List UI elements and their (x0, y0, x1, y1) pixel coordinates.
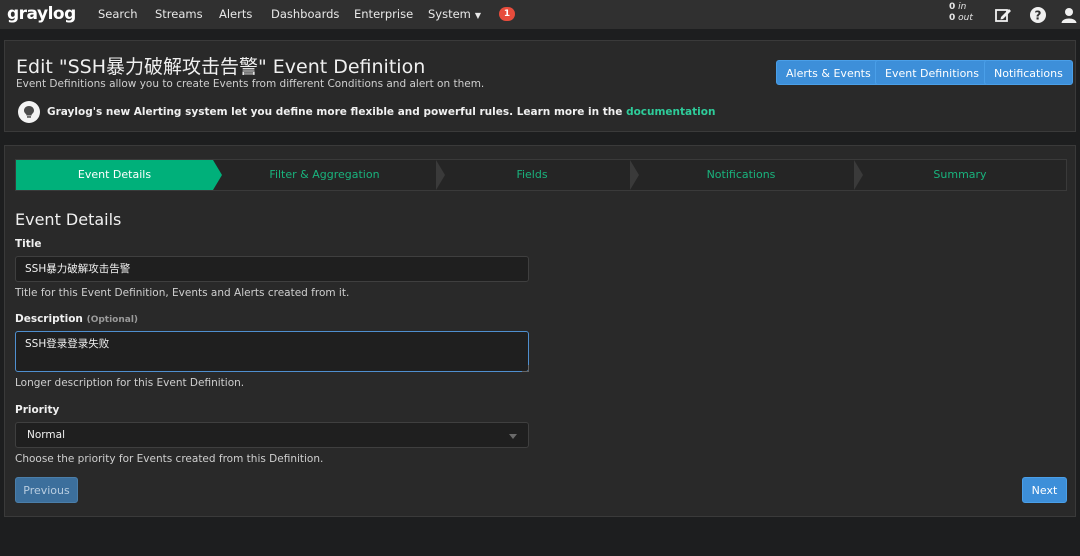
step-notifications[interactable]: Notifications (640, 160, 842, 190)
title-input[interactable]: SSH暴力破解攻击告警 (15, 256, 529, 282)
help-icon[interactable]: ? (1029, 6, 1047, 24)
page-title: Edit "SSH暴力破解攻击告警" Event Definition (16, 56, 426, 78)
priority-help-text: Choose the priority for Events created f… (15, 453, 324, 465)
brand-text: graylog (7, 4, 76, 24)
step-separator (213, 160, 222, 190)
description-label-text: Description (15, 313, 83, 325)
page-header-panel: Edit "SSH暴力破解攻击告警" Event Definition Even… (4, 40, 1076, 132)
alerting-info-text: Graylog's new Alerting system let you de… (47, 106, 715, 118)
edit-icon[interactable] (994, 6, 1012, 24)
next-button[interactable]: Next (1022, 477, 1067, 503)
step-separator (436, 160, 445, 190)
nav-streams[interactable]: Streams (155, 0, 203, 29)
chevron-down-icon (509, 434, 517, 439)
throughput-out-label: out (958, 13, 973, 23)
nav-system-label: System (428, 7, 471, 21)
throughput-in-label: in (958, 2, 967, 12)
priority-label: Priority (15, 404, 60, 416)
alerting-info-message: Graylog's new Alerting system let you de… (47, 106, 627, 118)
step-summary[interactable]: Summary (864, 160, 1056, 190)
top-navbar: graylog Search Streams Alerts Dashboards… (0, 0, 1080, 29)
priority-select[interactable]: Normal (15, 422, 529, 448)
optional-label: (Optional) (86, 315, 139, 325)
step-filter-aggregation[interactable]: Filter & Aggregation (222, 160, 427, 190)
previous-button[interactable]: Previous (15, 477, 78, 503)
page-subtitle: Event Definitions allow you to create Ev… (16, 78, 485, 90)
nav-alerts[interactable]: Alerts (219, 0, 252, 29)
description-textarea[interactable]: SSH登录登录失败 (15, 331, 529, 372)
section-title: Event Details (15, 210, 122, 229)
alerts-events-button[interactable]: Alerts & Events (776, 60, 881, 85)
throughput-out-value: 0 (949, 13, 956, 23)
nav-search[interactable]: Search (98, 0, 138, 29)
wizard-steps: Event Details Filter & Aggregation Field… (15, 159, 1067, 191)
description-help-text: Longer description for this Event Defini… (15, 377, 245, 389)
notification-badge[interactable]: 1 (499, 7, 515, 21)
step-separator (854, 160, 863, 190)
event-definitions-button[interactable]: Event Definitions (875, 60, 990, 85)
throughput-indicator[interactable]: 0 in 0 out (949, 2, 973, 24)
priority-selected-value: Normal (27, 429, 65, 441)
user-icon[interactable] (1060, 6, 1078, 24)
step-event-details[interactable]: Event Details (16, 160, 213, 190)
nav-system-dropdown[interactable]: System ▼ (428, 0, 481, 29)
nav-enterprise[interactable]: Enterprise (354, 0, 413, 29)
title-help-text: Title for this Event Definition, Events … (15, 287, 350, 299)
lightbulb-icon (18, 101, 40, 123)
resize-handle-icon[interactable] (522, 365, 529, 372)
title-label: Title (15, 238, 42, 250)
nav-dashboards[interactable]: Dashboards (271, 0, 339, 29)
event-definition-form-panel: Event Details Filter & Aggregation Field… (4, 145, 1076, 517)
notifications-button[interactable]: Notifications (984, 60, 1073, 85)
chevron-down-icon: ▼ (474, 11, 482, 20)
step-separator (630, 160, 639, 190)
graylog-logo[interactable]: graylog (7, 3, 76, 25)
throughput-in-value: 0 (949, 2, 956, 12)
svg-text:?: ? (1035, 9, 1042, 23)
documentation-link[interactable]: documentation (626, 106, 715, 118)
description-label: Description (Optional) (15, 313, 138, 325)
step-fields[interactable]: Fields (446, 160, 618, 190)
